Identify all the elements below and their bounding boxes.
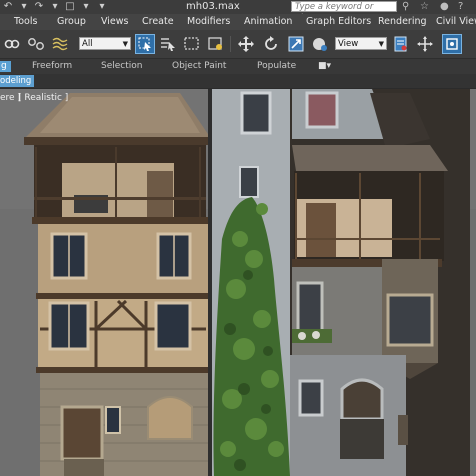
file-title: mh03.max	[186, 1, 240, 12]
ribbon-tab-populate[interactable]: Populate	[257, 59, 296, 74]
reference-coordinate-dropdown[interactable]: View ▼	[335, 37, 387, 50]
search-input[interactable]: Type a keyword or phrase	[291, 1, 397, 23]
unlink-icon[interactable]	[26, 34, 46, 54]
perspective-viewport[interactable]: ere ] [ Realistic ]	[0, 89, 476, 476]
rectangular-selection-icon[interactable]	[182, 34, 202, 54]
ribbon-panel-strip: odeling	[0, 74, 476, 88]
menu-group[interactable]: Group	[57, 15, 86, 29]
snap-toggle-button[interactable]	[442, 34, 462, 54]
menu-animation[interactable]: Animation	[244, 15, 292, 29]
ribbon-tab-selection[interactable]: Selection	[101, 59, 142, 74]
menu-create[interactable]: Create	[142, 15, 174, 29]
select-and-manipulate-icon[interactable]	[415, 34, 435, 54]
menu-tools[interactable]: Tools	[14, 15, 37, 29]
redo-icon[interactable]: ↷	[33, 1, 45, 12]
main-toolbar: All ▼ View ▼	[0, 30, 476, 59]
reference-coordinate-value: View	[338, 39, 359, 49]
placement-icon[interactable]	[310, 34, 330, 54]
viewport-render	[0, 89, 476, 476]
dropdown-arrow-icon[interactable]: ▾	[49, 1, 61, 12]
menu-civil-view[interactable]: Civil View	[436, 15, 476, 29]
search-icon[interactable]: ⚲	[402, 1, 409, 12]
pivot-center-icon[interactable]	[391, 34, 411, 54]
star-icon[interactable]: ☆	[420, 1, 429, 12]
workspace-dropdown-icon[interactable]: ▾	[96, 1, 108, 12]
ribbon-tab-freeform[interactable]: Freeform	[32, 59, 72, 74]
move-icon[interactable]	[236, 34, 256, 54]
chevron-down-icon: ▼	[122, 40, 128, 48]
undo-icon[interactable]: ↶	[2, 1, 14, 12]
right-house-model	[290, 89, 470, 476]
left-house-model	[24, 93, 212, 476]
viewport-shading-label[interactable]: [ Realistic ]	[18, 93, 68, 103]
menu-rendering[interactable]: Rendering	[378, 15, 427, 29]
ribbon-tab-modeling[interactable]: g	[0, 61, 11, 72]
bind-space-warp-icon[interactable]	[50, 34, 70, 54]
scale-icon[interactable]	[286, 34, 306, 54]
window-crossing-icon[interactable]	[206, 34, 226, 54]
middle-tower-model	[208, 89, 294, 476]
menu-views[interactable]: Views	[101, 15, 129, 29]
polygon-modeling-label[interactable]: odeling	[0, 75, 35, 87]
open-file-icon[interactable]: □	[64, 1, 76, 12]
menu-bar: Tools Group Views Create Modifiers Anima…	[0, 14, 476, 31]
title-bar: ↶ ▾ ↷ ▾ □ ▾ ▾ mh03.max Type a keyword or…	[0, 0, 476, 23]
menu-modifiers[interactable]: Modifiers	[187, 15, 230, 29]
select-by-name-icon[interactable]	[158, 34, 178, 54]
toolbar-separator	[230, 36, 231, 52]
rotate-icon[interactable]	[261, 34, 281, 54]
selection-filter-dropdown[interactable]: All ▼	[79, 37, 131, 50]
dropdown-arrow-icon[interactable]: ▾	[80, 1, 92, 12]
chevron-down-icon: ▼	[378, 40, 384, 48]
selection-filter-value: All	[82, 39, 93, 49]
ribbon-tab-object-paint[interactable]: Object Paint	[172, 59, 226, 74]
ribbon-tabs: g Freeform Selection Object Paint Popula…	[0, 59, 476, 75]
help-icon[interactable]: ?	[458, 1, 463, 12]
sign-in-icon[interactable]: ●	[440, 1, 449, 12]
link-icon[interactable]	[2, 34, 22, 54]
dropdown-arrow-icon[interactable]: ▾	[18, 1, 30, 12]
menu-graph-editors[interactable]: Graph Editors	[306, 15, 371, 29]
select-object-button[interactable]	[135, 34, 155, 54]
ribbon-options-icon[interactable]: ■▾	[318, 59, 331, 74]
